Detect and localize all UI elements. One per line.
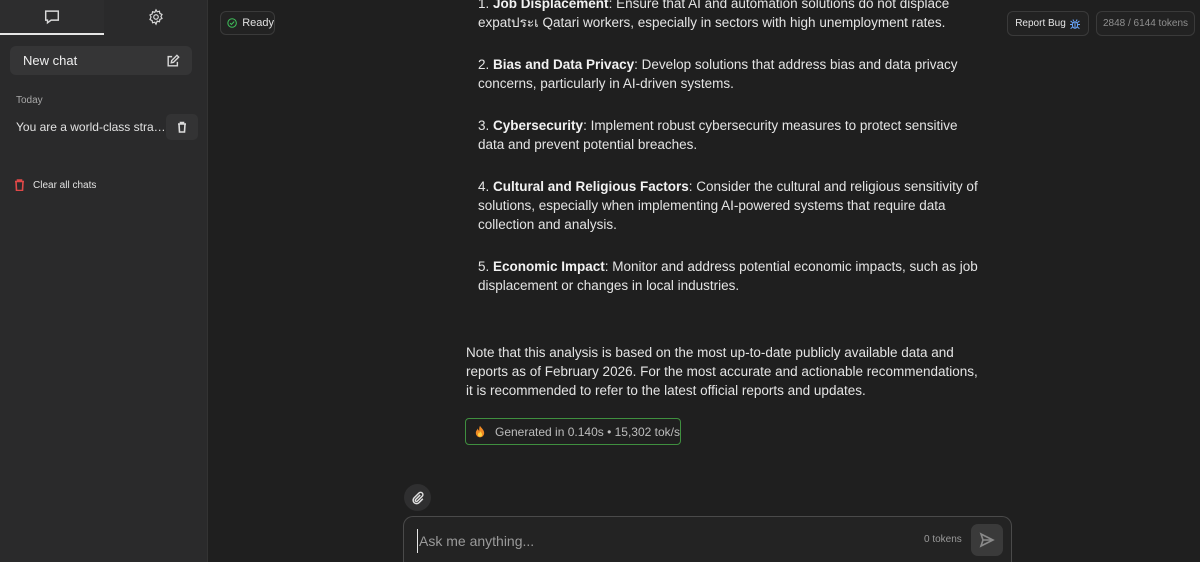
tab-chats[interactable]: [0, 0, 104, 35]
attach-file-button[interactable]: [404, 484, 431, 511]
trash-icon: [15, 179, 24, 191]
bug-icon: [1069, 18, 1080, 29]
status-label: Ready: [242, 17, 274, 29]
edit-icon: [167, 53, 180, 67]
input-token-count: 0 tokens: [924, 534, 962, 545]
list-item-title: Cybersecurity: [493, 118, 584, 133]
list-item-title: Job Displacement: [493, 0, 609, 11]
generation-stats-text: Generated in 0.140s • 15,302 tok/s: [495, 424, 680, 439]
message-composer: 0 tokens: [403, 516, 1012, 562]
report-bug-label: Report Bug: [1015, 18, 1066, 29]
send-icon: [979, 532, 995, 548]
chat-history-item[interactable]: You are a world-class strat...: [16, 114, 198, 140]
list-item-number: 3.: [478, 118, 494, 133]
trash-icon: [178, 121, 186, 133]
send-button[interactable]: [971, 524, 1003, 556]
chat-input[interactable]: [417, 529, 901, 553]
sidebar-tabs: [0, 0, 207, 35]
message-note: Note that this analysis is based on the …: [466, 345, 978, 398]
chat-bubble-icon: [44, 9, 60, 24]
clear-all-label: Clear all chats: [33, 179, 97, 191]
report-bug-button[interactable]: Report Bug: [1007, 11, 1089, 36]
list-item-title: Economic Impact: [493, 259, 605, 274]
paperclip-icon: [411, 491, 424, 504]
sidebar: New chat Today You are a world-class str…: [0, 0, 208, 562]
list-item: 2. Bias and Data Privacy: Develop soluti…: [478, 55, 978, 93]
flame-icon: [475, 425, 485, 438]
list-item: 5. Economic Impact: Monitor and address …: [478, 257, 978, 295]
list-item-number: 5.: [478, 259, 494, 274]
token-usage-badge: 2848 / 6144 tokens: [1096, 11, 1195, 36]
new-chat-button[interactable]: New chat: [10, 46, 192, 75]
section-label-today: Today: [16, 95, 43, 106]
new-chat-label: New chat: [23, 53, 78, 68]
list-item: 4. Cultural and Religious Factors: Consi…: [478, 177, 978, 234]
check-circle-icon: [227, 18, 237, 28]
generation-stats-badge: Generated in 0.140s • 15,302 tok/s: [465, 418, 681, 445]
list-item-title: Cultural and Religious Factors: [493, 179, 689, 194]
list-item: 3. Cybersecurity: Implement robust cyber…: [478, 116, 978, 154]
chat-history-title: You are a world-class strat...: [16, 120, 166, 134]
delete-chat-button[interactable]: [166, 114, 198, 140]
list-item-number: 1.: [478, 0, 494, 11]
list-item-number: 4.: [478, 179, 494, 194]
list-item-title: Bias and Data Privacy: [493, 57, 635, 72]
tab-settings[interactable]: [104, 0, 208, 33]
list-item-number: 2.: [478, 57, 494, 72]
status-badge: Ready: [220, 11, 275, 35]
clear-all-chats-button[interactable]: Clear all chats: [14, 179, 96, 191]
list-item: 1. Job Displacement: Ensure that AI and …: [478, 0, 978, 32]
gear-icon: [149, 8, 163, 25]
